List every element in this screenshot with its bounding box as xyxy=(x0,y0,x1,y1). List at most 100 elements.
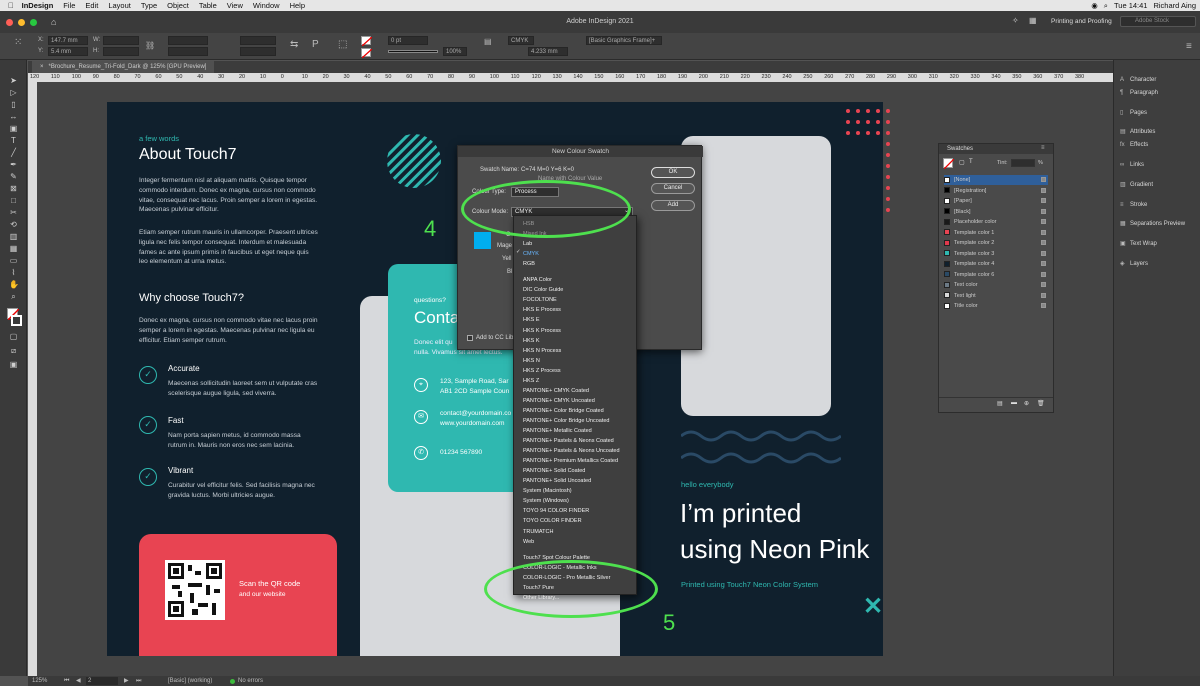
previous-page-icon[interactable]: ◀ xyxy=(76,676,81,686)
dropdown-item[interactable]: HKS N xyxy=(523,356,540,366)
swatch-row[interactable]: Title color xyxy=(944,301,1048,311)
apply-none-icon[interactable]: ⧄ xyxy=(9,346,18,355)
panel-paragraph[interactable]: ¶ Paragraph xyxy=(1120,87,1158,99)
width-field[interactable] xyxy=(103,36,139,45)
hand-tool-icon[interactable]: ✋ xyxy=(9,280,19,289)
dropdown-item[interactable]: HKS E xyxy=(523,315,540,325)
dropdown-item[interactable]: PANTONE+ Pastels & Neons Uncoated xyxy=(523,446,620,456)
adobe-stock-search-input[interactable]: Adobe Stock xyxy=(1120,16,1196,27)
rectangle-frame-tool-icon[interactable]: ⊠ xyxy=(9,184,18,193)
clock[interactable]: Tue 14:41 xyxy=(1114,1,1148,10)
stroke-color-icon[interactable] xyxy=(11,315,22,326)
direct-selection-tool-icon[interactable]: ▷ xyxy=(9,88,18,97)
apple-icon[interactable]:  xyxy=(8,1,14,10)
panel-links[interactable]: ∞ Links xyxy=(1120,159,1144,171)
gap-tool-icon[interactable]: ↔ xyxy=(9,112,18,121)
swatch-row[interactable]: [None] xyxy=(944,175,1048,185)
pencil-tool-icon[interactable]: ✎ xyxy=(9,172,18,181)
preflight-errors[interactable]: No errors xyxy=(238,676,263,686)
dropdown-item[interactable]: HKS Z xyxy=(523,376,539,386)
close-tab-icon[interactable]: × xyxy=(40,64,44,70)
dropdown-item[interactable]: TOYO COLOR FINDER xyxy=(523,516,582,526)
select-container-icon[interactable]: P xyxy=(312,39,319,50)
delete-swatch-icon[interactable]: 🗑 xyxy=(1037,400,1045,407)
swatch-row[interactable]: [Black] xyxy=(944,207,1048,217)
free-transform-tool-icon[interactable]: ⟲ xyxy=(9,220,18,229)
add-to-cc-library-checkbox[interactable] xyxy=(467,335,473,341)
horizontal-ruler[interactable]: 120 110 100 90 80 70 60 50 40 30 20 10 0 10 20 30 40 50 60… xyxy=(28,73,1113,82)
color-mode-field[interactable]: CMYK xyxy=(508,36,534,45)
dropdown-item[interactable]: PANTONE+ Pastels & Neons Coated xyxy=(523,436,614,446)
swatch-row[interactable]: Text color xyxy=(944,280,1048,290)
menu-type[interactable]: Type xyxy=(141,1,157,10)
document-tab[interactable]: × *Brochure_Resume_Tri-Fold_Dark @ 125% [… xyxy=(32,61,215,73)
page-number-field[interactable]: 2 xyxy=(86,677,118,685)
dropdown-item[interactable]: HKS K Process xyxy=(523,326,561,336)
dropdown-item[interactable]: TOYO 94 COLOR FINDER xyxy=(523,506,589,516)
scissors-tool-icon[interactable]: ✂ xyxy=(9,208,18,217)
type-tool-icon[interactable]: T xyxy=(9,136,18,145)
stroke-swatch-icon[interactable] xyxy=(361,48,372,58)
pen-tool-icon[interactable]: ✒ xyxy=(9,160,18,169)
menu-table[interactable]: Table xyxy=(199,1,217,10)
panel-gradient[interactable]: ▥ Gradient xyxy=(1120,179,1153,191)
page-tool-icon[interactable]: ▯ xyxy=(9,100,18,109)
x-position-field[interactable]: 147.7 mm xyxy=(48,36,88,45)
swatch-row[interactable]: Template color 4 xyxy=(944,259,1048,269)
lightbulb-icon[interactable]: ✧ xyxy=(1012,16,1019,25)
next-page-icon[interactable]: ▶ xyxy=(124,676,129,686)
dropdown-item[interactable]: ANPA Color xyxy=(523,275,552,285)
dropdown-item[interactable]: System (Windows) xyxy=(523,496,569,506)
ok-button[interactable]: OK xyxy=(651,167,695,178)
dropdown-item[interactable]: HKS N Process xyxy=(523,346,561,356)
wifi-icon[interactable]: ◉ xyxy=(1091,1,1098,10)
new-folder-icon[interactable]: ▬ xyxy=(1011,400,1017,406)
menu-edit[interactable]: Edit xyxy=(85,1,98,10)
colour-mode-dropdown-list[interactable]: HSB Mixed Ink Lab ✓ CMYK RGB ANPA Color DIC Col… xyxy=(513,215,637,601)
panel-pages[interactable]: ▯ Pages xyxy=(1120,107,1147,119)
menu-app-name[interactable]: InDesign xyxy=(22,1,54,10)
menu-window[interactable]: Window xyxy=(253,1,280,10)
rectangle-tool-icon[interactable]: □ xyxy=(9,196,18,205)
menu-help[interactable]: Help xyxy=(290,1,305,10)
height-field[interactable] xyxy=(103,47,139,56)
stroke-weight-field[interactable]: 0 pt xyxy=(388,36,428,45)
line-tool-icon[interactable]: ╱ xyxy=(9,148,18,157)
rotation-field[interactable] xyxy=(240,36,276,45)
fill-swatch-icon[interactable] xyxy=(943,158,954,169)
working-style[interactable]: [Basic] (working) xyxy=(168,676,212,686)
menu-layout[interactable]: Layout xyxy=(108,1,131,10)
text-wrap-icon[interactable]: ▤ xyxy=(484,37,492,46)
container-format-icon[interactable]: ▢ xyxy=(959,159,965,166)
formatting-container-icon[interactable]: ▢ xyxy=(9,332,18,341)
gradient-feather-icon[interactable]: ▦ xyxy=(9,244,18,253)
cancel-button[interactable]: Cancel xyxy=(651,183,695,194)
opacity-field[interactable]: 100% xyxy=(443,47,467,56)
swatch-row[interactable]: Template color 3 xyxy=(944,249,1048,259)
scale-y-field[interactable] xyxy=(168,47,208,56)
panel-menu-icon[interactable]: ≡ xyxy=(1041,145,1045,151)
menu-object[interactable]: Object xyxy=(167,1,189,10)
dropdown-item[interactable]: DIC Color Guide xyxy=(523,285,563,295)
selection-tool-icon[interactable]: ➤ xyxy=(9,76,18,85)
content-collector-icon[interactable]: ▣ xyxy=(9,124,18,133)
dropdown-item[interactable]: PANTONE+ Metallic Coated xyxy=(523,426,592,436)
swatch-row[interactable]: Placeholder color xyxy=(944,217,1048,227)
dropdown-item[interactable]: HKS Z Process xyxy=(523,366,561,376)
arrange-documents-icon[interactable]: ▦ xyxy=(1029,16,1037,25)
dropdown-item[interactable]: TRUMATCH xyxy=(523,527,553,537)
object-style-dropdown[interactable]: [Basic Graphics Frame]+ xyxy=(586,36,662,45)
dropdown-item[interactable]: HKS E Process xyxy=(523,305,561,315)
workspace-switcher[interactable]: Printing and Proofing xyxy=(1051,18,1112,25)
dropdown-item[interactable]: HKS K xyxy=(523,336,540,346)
constrain-proportions-icon[interactable]: ⛓ xyxy=(145,41,155,50)
dropdown-item[interactable]: RGB xyxy=(523,259,535,269)
swatch-row[interactable]: [Registration] xyxy=(944,186,1048,196)
eyedropper-tool-icon[interactable]: ⌇ xyxy=(9,268,18,277)
dropdown-item[interactable]: System (Macintosh) xyxy=(523,486,572,496)
vertical-ruler[interactable] xyxy=(28,82,37,676)
panel-effects[interactable]: fx Effects xyxy=(1120,139,1148,151)
swatch-row[interactable]: [Paper] xyxy=(944,196,1048,206)
selection-options-icon[interactable]: ⬚ xyxy=(338,39,347,50)
dropdown-item[interactable]: PANTONE+ Color Bridge Coated xyxy=(523,406,604,416)
